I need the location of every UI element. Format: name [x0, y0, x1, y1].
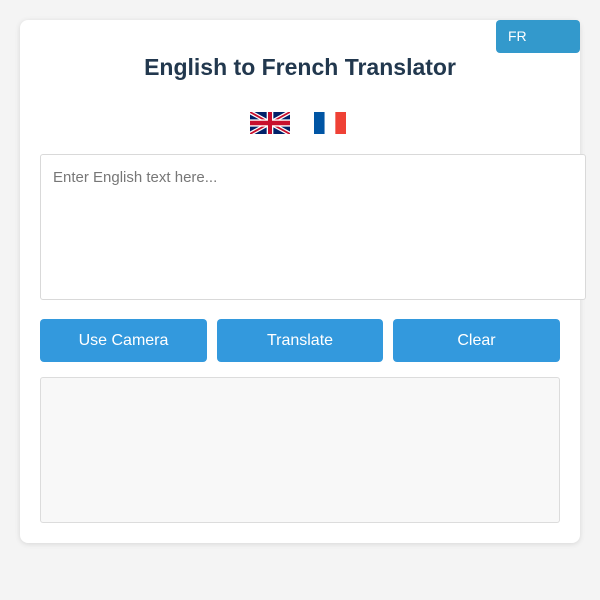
flag-row — [20, 112, 580, 134]
translation-output — [40, 377, 560, 523]
clear-button[interactable]: Clear — [393, 319, 560, 362]
language-toggle-button[interactable]: FR — [496, 20, 580, 53]
translate-button[interactable]: Translate — [217, 319, 383, 362]
english-text-input[interactable] — [40, 154, 586, 300]
use-camera-button[interactable]: Use Camera — [40, 319, 207, 362]
translator-card: FR English to French Translator Use Came… — [20, 20, 586, 543]
france-flag-icon[interactable] — [314, 112, 346, 134]
uk-flag-icon[interactable] — [250, 112, 290, 134]
page-title: English to French Translator — [144, 54, 456, 80]
